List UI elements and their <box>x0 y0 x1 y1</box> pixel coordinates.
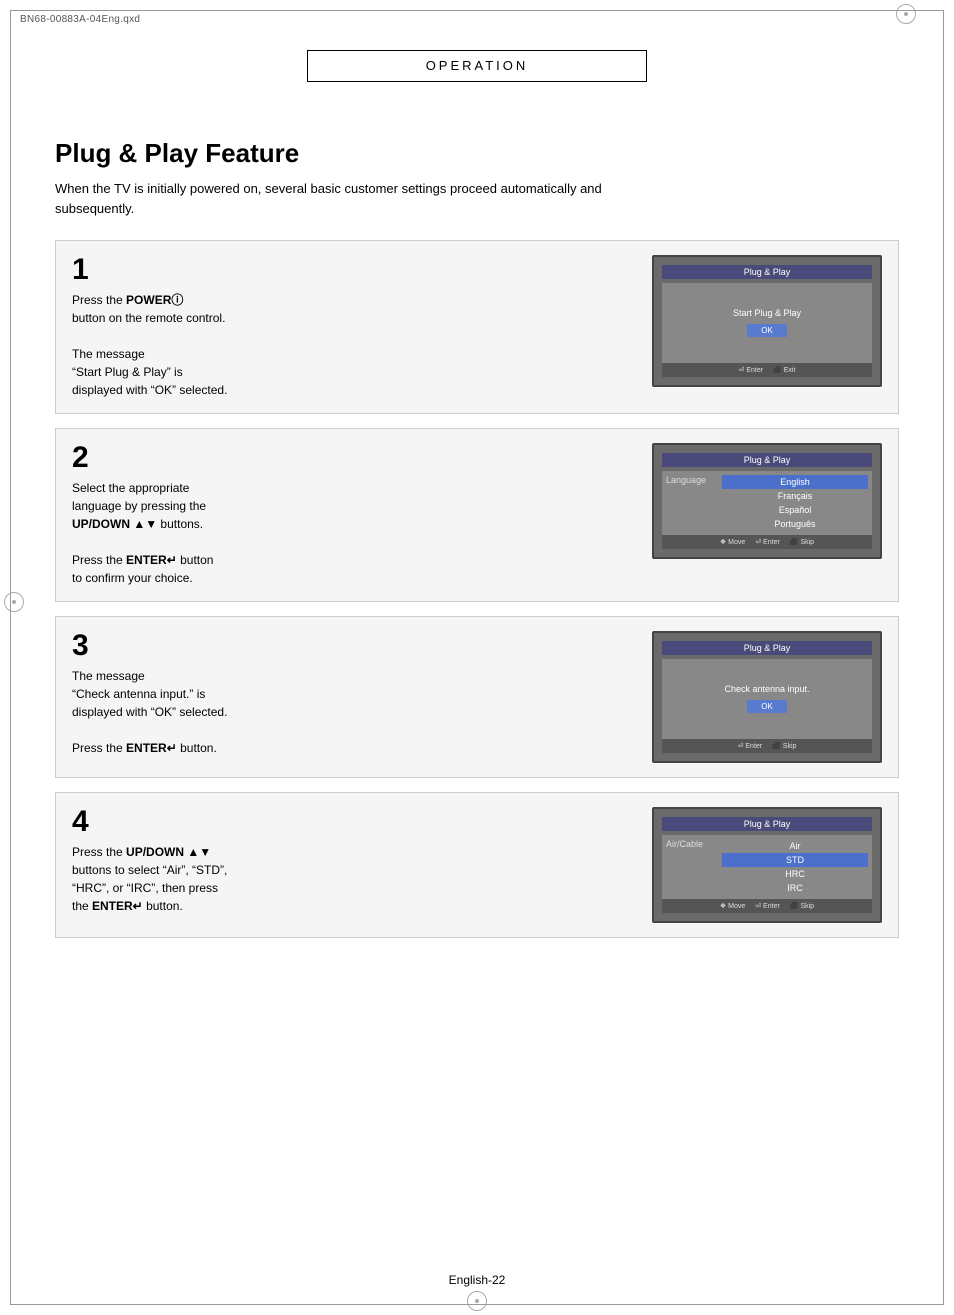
tv-body-aircable: Air/CableAirSTDHRCIRC <box>662 835 872 899</box>
intro-text: When the TV is initially powered on, sev… <box>55 179 655 218</box>
step-number-2: 2 <box>72 443 632 473</box>
steps-container: 1 Press the POWERⓘbutton on the remote co… <box>55 240 899 938</box>
content-area: Operation Plug & Play Feature When the T… <box>55 50 899 952</box>
step-text-col-3: 3 The message“Check antenna input.” isdis… <box>72 631 632 757</box>
tv-lang-container: LanguageEnglishFrançaisEspañolPortuguês <box>666 475 868 531</box>
tv-ok-button-3[interactable]: OK <box>747 700 787 713</box>
tv-screen-3: Plug & Play Check antenna input. OK ⏎ Enter… <box>652 631 882 763</box>
step-number-4: 4 <box>72 807 632 837</box>
step-instruction-1: Press the POWERⓘbutton on the remote con… <box>72 291 632 399</box>
tv-lang-list: EnglishFrançaisEspañolPortuguês <box>722 475 868 531</box>
tv-aircable-option-1[interactable]: STD <box>722 853 868 867</box>
tv-body-text-1: Start Plug & Play <box>733 308 801 318</box>
tv-footer-3: ⏎ Enter ⬛ Skip <box>662 739 872 753</box>
tv-footer-item-1-0: ❖ Move <box>720 538 745 546</box>
tv-footer-item-1-1: ⏎ Enter <box>755 538 780 546</box>
page-title: Plug & Play Feature <box>55 138 899 169</box>
step-block-2: 2 Select the appropriatelanguage by press… <box>55 428 899 602</box>
tv-lang-option-2[interactable]: Español <box>722 503 868 517</box>
tv-lang-label: Language <box>666 475 716 531</box>
step-block-4: 4 Press the UP/DOWN ▲▼buttons to select “… <box>55 792 899 938</box>
tv-screen-2: Plug & PlayLanguageEnglishFrançaisEspaño… <box>652 443 882 559</box>
tv-title-4: Plug & Play <box>662 817 872 831</box>
step-instruction-3: The message“Check antenna input.” isdisp… <box>72 667 632 757</box>
step-block-1: 1 Press the POWERⓘbutton on the remote co… <box>55 240 899 414</box>
header-meta: BN68-00883A-04Eng.qxd <box>20 14 140 25</box>
section-header-title: Operation <box>426 58 529 73</box>
step-text-col-4: 4 Press the UP/DOWN ▲▼buttons to select “… <box>72 807 632 915</box>
step-number-3: 3 <box>72 631 632 661</box>
step-number-1: 1 <box>72 255 632 285</box>
tv-body-text-3: Check antenna input. <box>724 684 809 694</box>
step-block-3: 3 The message“Check antenna input.” isdis… <box>55 616 899 778</box>
tv-body-lang: LanguageEnglishFrançaisEspañolPortuguês <box>662 471 872 535</box>
tv-body-1: Start Plug & Play OK <box>662 283 872 363</box>
tv-screen-1: Plug & Play Start Plug & Play OK ⏎ Enter ⬛ E… <box>652 255 882 387</box>
tv-footer-4: ❖ Move ⏎ Enter ⬛ Skip <box>662 899 872 913</box>
tv-ok-button-1[interactable]: OK <box>747 324 787 337</box>
page-number: English-22 <box>449 1273 506 1287</box>
section-header-box: Operation <box>307 50 647 82</box>
tv-aircable-option-0[interactable]: Air <box>722 839 868 853</box>
tv-footer-item-2-1: ⬛ Skip <box>772 742 796 750</box>
step-instruction-4: Press the UP/DOWN ▲▼buttons to select “A… <box>72 843 632 915</box>
tv-aircable-option-3[interactable]: IRC <box>722 881 868 895</box>
tv-lang-option-1[interactable]: Français <box>722 489 868 503</box>
tv-aircable-container: Air/CableAirSTDHRCIRC <box>666 839 868 895</box>
tv-footer-item-3-2: ⬛ Skip <box>790 902 814 910</box>
section-header-wrap: Operation <box>55 50 899 110</box>
tv-footer-item-1-2: ⬛ Skip <box>790 538 814 546</box>
step-instruction-2: Select the appropriatelanguage by pressi… <box>72 479 632 587</box>
tv-body-3: Check antenna input. OK <box>662 659 872 739</box>
tv-title-2: Plug & Play <box>662 453 872 467</box>
tv-footer-item-0-0: ⏎ Enter <box>739 366 764 374</box>
tv-screen-4: Plug & PlayAir/CableAirSTDHRCIRC❖ Move⏎ … <box>652 807 882 923</box>
tv-footer-item-3-1: ⏎ Enter <box>755 902 780 910</box>
tv-footer-1: ⏎ Enter ⬛ Exit <box>662 363 872 377</box>
tv-lang-option-0[interactable]: English <box>722 475 868 489</box>
tv-footer-item-0-1: ⬛ Exit <box>773 366 795 374</box>
tv-aircable-label: Air/Cable <box>666 839 716 895</box>
page-footer: English-22 <box>0 1273 954 1287</box>
tv-footer-item-3-0: ❖ Move <box>720 902 745 910</box>
tv-title-3: Plug & Play <box>662 641 872 655</box>
tv-aircable-option-2[interactable]: HRC <box>722 867 868 881</box>
tv-lang-option-3[interactable]: Português <box>722 517 868 531</box>
step-text-col-1: 1 Press the POWERⓘbutton on the remote co… <box>72 255 632 399</box>
tv-footer-2: ❖ Move ⏎ Enter ⬛ Skip <box>662 535 872 549</box>
tv-title-1: Plug & Play <box>662 265 872 279</box>
tv-aircable-list: AirSTDHRCIRC <box>722 839 868 895</box>
tv-footer-item-2-0: ⏎ Enter <box>738 742 763 750</box>
step-text-col-2: 2 Select the appropriatelanguage by press… <box>72 443 632 587</box>
